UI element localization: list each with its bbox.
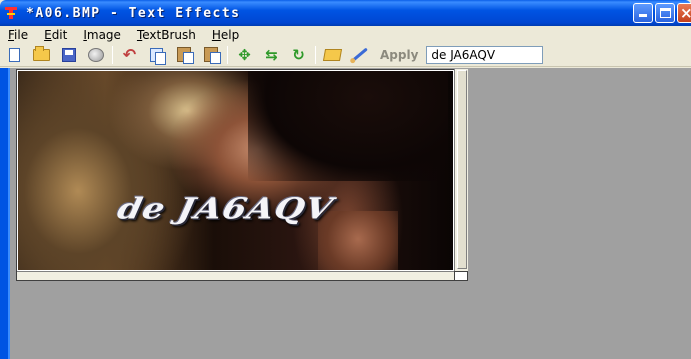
scrollbar-corner: [454, 271, 468, 281]
image-hair-region: [248, 71, 448, 181]
rotate-icon: ↻: [292, 45, 305, 64]
window-controls: ×: [633, 3, 691, 23]
toolbar-separator: [112, 45, 113, 64]
minimize-icon: [639, 14, 647, 17]
flip-button[interactable]: ⇆: [261, 44, 282, 65]
paste-special-icon: [203, 47, 221, 64]
menu-file[interactable]: File: [8, 27, 28, 43]
paintbrush-icon: [351, 47, 368, 62]
menu-help[interactable]: Help: [212, 27, 239, 43]
undo-button[interactable]: ↶: [119, 44, 140, 65]
window-left-border: [0, 68, 10, 359]
new-file-icon: [9, 47, 20, 62]
toolbar: ↶ ✥ ⇆ ↻ Apply de JA6AQV: [0, 43, 691, 67]
toolbar-separator: [315, 45, 316, 64]
maximize-button[interactable]: [655, 3, 675, 23]
print-icon: [87, 47, 104, 62]
open-folder-icon: [33, 45, 50, 61]
menu-textbrush[interactable]: TextBrush: [137, 27, 196, 43]
apply-button[interactable]: Apply: [380, 48, 418, 62]
open-button[interactable]: [31, 44, 52, 65]
vertical-scrollbar[interactable]: [454, 69, 468, 271]
image-canvas[interactable]: de JA6AQV: [18, 71, 453, 270]
horizontal-scrollbar[interactable]: [17, 271, 454, 280]
flip-arrows-icon: ⇆: [265, 45, 278, 64]
paste-special-button[interactable]: [200, 44, 221, 65]
new-button[interactable]: [4, 44, 25, 65]
effect-text-overlay: de JA6AQV: [114, 192, 337, 226]
rotate-button[interactable]: ↻: [288, 44, 309, 65]
menu-edit[interactable]: Edit: [44, 27, 67, 43]
paste-icon: [176, 47, 194, 64]
brush-folder-icon: [322, 48, 343, 61]
close-button[interactable]: ×: [677, 3, 691, 23]
menu-image[interactable]: Image: [83, 27, 121, 43]
close-icon: ×: [680, 4, 691, 22]
paste-button[interactable]: [173, 44, 194, 65]
save-button[interactable]: [58, 44, 79, 65]
menu-bar: File Edit Image TextBrush Help: [0, 26, 691, 43]
copy-icon: [150, 47, 166, 65]
text-input[interactable]: de JA6AQV: [426, 45, 544, 64]
save-disk-icon: [61, 47, 76, 62]
copy-button[interactable]: [146, 44, 167, 65]
window-title: *A06.BMP - Text Effects: [26, 5, 241, 21]
app-icon[interactable]: [4, 6, 18, 20]
toolbar-separator: [227, 45, 228, 64]
brush-button[interactable]: [349, 44, 370, 65]
print-button[interactable]: [85, 44, 106, 65]
move-arrows-icon: ✥: [238, 45, 251, 64]
undo-icon: ↶: [122, 45, 137, 64]
minimize-button[interactable]: [633, 3, 653, 23]
title-bar[interactable]: *A06.BMP - Text Effects ×: [0, 0, 691, 26]
maximize-icon: [660, 8, 671, 18]
move-button[interactable]: ✥: [234, 44, 255, 65]
vertical-scroll-thumb[interactable]: [457, 70, 467, 269]
open-brush-button[interactable]: [322, 44, 343, 65]
